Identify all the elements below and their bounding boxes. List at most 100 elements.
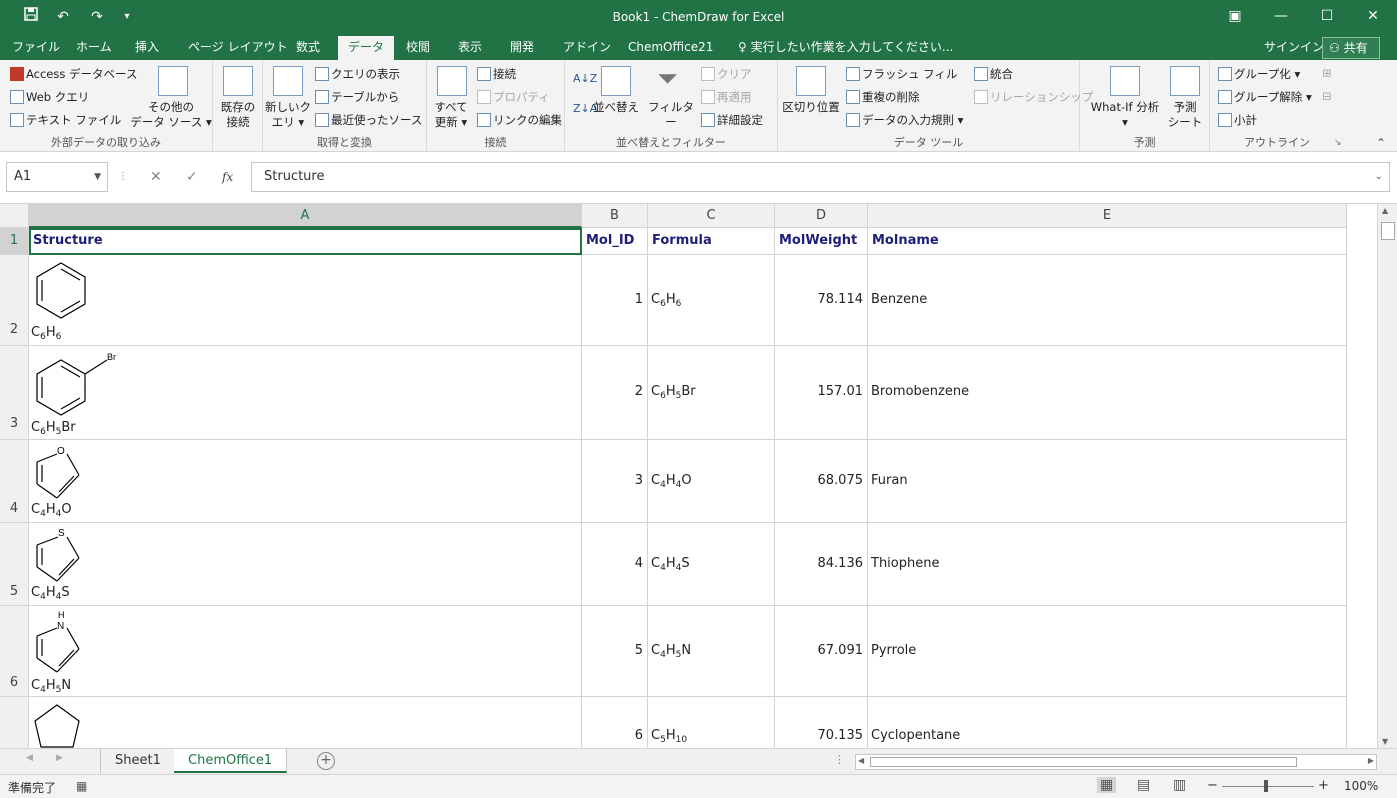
cell-a1[interactable]: Structure bbox=[29, 228, 582, 255]
structure-cell[interactable]: S C4H4S bbox=[29, 523, 582, 606]
tab-addins[interactable]: アドイン bbox=[553, 36, 621, 60]
zoom-level[interactable]: 100% bbox=[1344, 779, 1378, 793]
hide-detail-icon[interactable]: ⊟ bbox=[1322, 89, 1332, 103]
select-all-corner[interactable] bbox=[0, 204, 29, 228]
collapse-ribbon-icon[interactable]: ⌃ bbox=[1376, 136, 1386, 150]
name-box[interactable]: A1 ▼ bbox=[6, 162, 108, 192]
row-header[interactable] bbox=[0, 697, 29, 748]
relationships-button[interactable]: リレーションシップ bbox=[974, 89, 1093, 105]
zoom-out-button[interactable]: − bbox=[1207, 778, 1218, 793]
web-query-button[interactable]: Web クエリ bbox=[10, 89, 89, 105]
weight-cell[interactable]: 67.091 bbox=[775, 606, 868, 697]
recent-sources-button[interactable]: 最近使ったソース bbox=[315, 112, 422, 128]
advanced-filter-button[interactable]: 詳細設定 bbox=[701, 112, 763, 128]
scroll-left-icon[interactable]: ◀ bbox=[858, 756, 864, 765]
name-cell[interactable]: Benzene bbox=[868, 255, 1347, 346]
tab-file[interactable]: ファイル bbox=[2, 36, 70, 60]
cell-c1[interactable]: Formula bbox=[648, 228, 775, 255]
properties-button[interactable]: プロパティ bbox=[477, 89, 550, 105]
enter-icon[interactable]: ✓ bbox=[186, 162, 198, 192]
structure-cell[interactable]: H N C4H5N bbox=[29, 606, 582, 697]
next-sheet-icon[interactable]: ▶ bbox=[56, 753, 63, 763]
tab-formulas[interactable]: 数式 bbox=[286, 36, 330, 60]
macro-record-icon[interactable]: ▦ bbox=[76, 779, 87, 793]
close-icon[interactable]: ✕ bbox=[1350, 0, 1396, 32]
maximize-icon[interactable]: ☐ bbox=[1304, 0, 1350, 32]
insert-function-icon[interactable]: fx bbox=[222, 162, 233, 192]
formula-cell[interactable]: C4H4S bbox=[648, 523, 775, 606]
formula-cell[interactable]: C6H5Br bbox=[648, 346, 775, 440]
sheet-tab-chemoffice1[interactable]: ChemOffice1 bbox=[174, 749, 288, 773]
data-validation-button[interactable]: データの入力規則 ▾ bbox=[846, 112, 963, 128]
forecast-sheet-button[interactable]: 予測 シート bbox=[1164, 100, 1206, 130]
prev-sheet-icon[interactable]: ◀ bbox=[26, 753, 33, 763]
add-sheet-icon[interactable]: + bbox=[317, 752, 335, 770]
dialog-launcher-icon[interactable]: ↘ bbox=[1334, 138, 1342, 148]
name-cell[interactable]: Cyclopentane bbox=[868, 697, 1347, 748]
vertical-scroll-thumb[interactable] bbox=[1381, 222, 1395, 240]
structure-cell[interactable] bbox=[29, 697, 582, 748]
tab-home[interactable]: ホーム bbox=[66, 36, 122, 60]
consolidate-button[interactable]: 統合 bbox=[974, 66, 1013, 82]
row-header[interactable]: 3 bbox=[0, 346, 29, 440]
weight-cell[interactable]: 157.01 bbox=[775, 346, 868, 440]
horizontal-scroll-thumb[interactable] bbox=[870, 757, 1297, 767]
cell-b1[interactable]: Mol_ID bbox=[582, 228, 648, 255]
name-cell[interactable]: Pyrrole bbox=[868, 606, 1347, 697]
mol-id-cell[interactable]: 4 bbox=[582, 523, 648, 606]
signin-link[interactable]: サインイン bbox=[1264, 36, 1324, 60]
name-cell[interactable]: Furan bbox=[868, 440, 1347, 523]
tell-me-search[interactable]: ♀ 実行したい作業を入力してください... bbox=[738, 36, 953, 60]
other-sources-button[interactable]: その他の データ ソース ▾ bbox=[130, 100, 212, 130]
name-cell[interactable]: Thiophene bbox=[868, 523, 1347, 606]
tab-page-layout[interactable]: ページ レイアウト bbox=[178, 36, 298, 60]
remove-duplicates-button[interactable]: 重複の削除 bbox=[846, 89, 920, 105]
mol-id-cell[interactable]: 6 bbox=[582, 697, 648, 748]
tab-insert[interactable]: 挿入 bbox=[125, 36, 169, 60]
tab-view[interactable]: 表示 bbox=[448, 36, 492, 60]
cell-d1[interactable]: MolWeight bbox=[775, 228, 868, 255]
show-queries-button[interactable]: クエリの表示 bbox=[315, 66, 400, 82]
structure-cell[interactable]: C6H6 bbox=[29, 255, 582, 346]
mol-id-cell[interactable]: 1 bbox=[582, 255, 648, 346]
row-header[interactable]: 6 bbox=[0, 606, 29, 697]
scroll-up-icon[interactable]: ▲ bbox=[1382, 206, 1388, 215]
column-header-b[interactable]: B bbox=[582, 204, 648, 228]
zoom-slider-thumb[interactable] bbox=[1264, 780, 1268, 792]
row-header[interactable]: 1 bbox=[0, 228, 29, 255]
mol-id-cell[interactable]: 2 bbox=[582, 346, 648, 440]
filter-button[interactable]: フィルター bbox=[645, 100, 697, 130]
cell-e1[interactable]: Molname bbox=[868, 228, 1347, 255]
formula-input[interactable]: Structure ⌄ bbox=[251, 162, 1390, 192]
access-button[interactable]: Access データベース bbox=[10, 66, 137, 82]
formula-cell[interactable]: C5H10 bbox=[648, 697, 775, 748]
connections-button[interactable]: 接続 bbox=[477, 66, 516, 82]
structure-cell[interactable]: Br C6H5Br bbox=[29, 346, 582, 440]
row-header[interactable]: 2 bbox=[0, 255, 29, 346]
splitter-icon[interactable]: ⋮ bbox=[834, 753, 845, 766]
cancel-icon[interactable]: ✕ bbox=[150, 162, 162, 192]
horizontal-scrollbar[interactable]: ◀ ▶ bbox=[855, 754, 1377, 770]
from-table-button[interactable]: テーブルから bbox=[315, 89, 399, 105]
group-button[interactable]: グループ化 ▾ bbox=[1218, 66, 1300, 82]
text-file-button[interactable]: テキスト ファイル bbox=[10, 112, 121, 128]
what-if-button[interactable]: What-If 分析 ▾ bbox=[1084, 100, 1166, 130]
minimize-icon[interactable]: — bbox=[1258, 0, 1304, 32]
weight-cell[interactable]: 68.075 bbox=[775, 440, 868, 523]
existing-connections-button[interactable]: 既存の 接続 bbox=[213, 100, 263, 130]
weight-cell[interactable]: 70.135 bbox=[775, 697, 868, 748]
ungroup-button[interactable]: グループ解除 ▾ bbox=[1218, 89, 1312, 105]
page-break-view-icon[interactable]: ▥ bbox=[1173, 777, 1186, 793]
page-layout-view-icon[interactable]: ▤ bbox=[1137, 777, 1150, 793]
clear-button[interactable]: クリア bbox=[701, 66, 752, 82]
weight-cell[interactable]: 84.136 bbox=[775, 523, 868, 606]
ribbon-display-icon[interactable]: ▣ bbox=[1212, 0, 1258, 32]
formula-cell[interactable]: C6H6 bbox=[648, 255, 775, 346]
normal-view-icon[interactable]: ▦ bbox=[1097, 777, 1117, 793]
tab-developer[interactable]: 開発 bbox=[500, 36, 544, 60]
sort-button[interactable]: 並べ替え bbox=[589, 100, 643, 115]
show-detail-icon[interactable]: ⊞ bbox=[1322, 66, 1332, 80]
zoom-slider[interactable] bbox=[1222, 780, 1314, 792]
weight-cell[interactable]: 78.114 bbox=[775, 255, 868, 346]
refresh-all-button[interactable]: すべて 更新 ▾ bbox=[427, 100, 475, 130]
